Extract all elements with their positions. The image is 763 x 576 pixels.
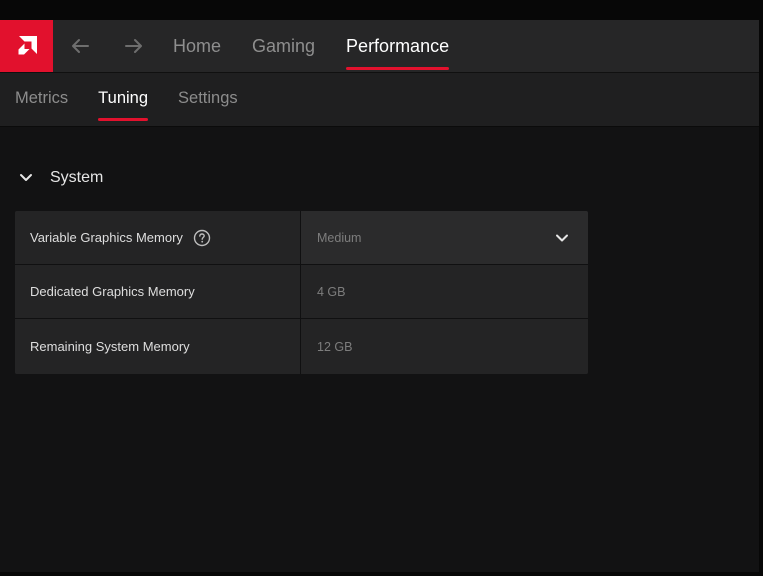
row-label: Variable Graphics Memory — [30, 230, 183, 245]
forward-button[interactable] — [107, 20, 161, 72]
variable-graphics-memory-dropdown[interactable]: Medium — [301, 211, 588, 264]
system-section-toggle[interactable]: System — [18, 169, 103, 187]
row-value: 12 GB — [317, 339, 353, 354]
table-row: Dedicated Graphics Memory 4 GB — [15, 265, 588, 319]
row-label-cell: Variable Graphics Memory — [15, 211, 301, 264]
subtab-settings[interactable]: Settings — [178, 73, 238, 126]
table-row: Variable Graphics Memory Medium — [15, 211, 588, 265]
row-label: Dedicated Graphics Memory — [30, 284, 195, 299]
dedicated-graphics-memory-value: 4 GB — [301, 265, 588, 318]
tab-gaming[interactable]: Gaming — [252, 20, 315, 72]
top-navigation-bar: Home Gaming Performance — [0, 20, 759, 72]
table-row: Remaining System Memory 12 GB — [15, 319, 588, 374]
dropdown-selected-value: Medium — [317, 230, 362, 245]
sub-navigation-bar: Metrics Tuning Settings — [0, 72, 759, 127]
arrow-left-icon — [72, 39, 89, 53]
system-memory-table: Variable Graphics Memory Medium Dedicate… — [15, 211, 588, 374]
row-label-cell: Remaining System Memory — [15, 319, 301, 374]
tab-performance[interactable]: Performance — [346, 20, 450, 72]
section-title: System — [50, 169, 104, 186]
remaining-system-memory-value: 12 GB — [301, 319, 588, 374]
subtab-tuning[interactable]: Tuning — [98, 73, 148, 126]
chevron-down-icon — [556, 234, 568, 241]
app-window: Home Gaming Performance Metrics Tuning S… — [0, 0, 763, 576]
help-icon[interactable] — [193, 229, 211, 247]
row-label: Remaining System Memory — [30, 339, 190, 354]
row-label-cell: Dedicated Graphics Memory — [15, 265, 301, 318]
main-tabs: Home Gaming Performance — [173, 20, 480, 72]
tab-home[interactable]: Home — [173, 20, 221, 72]
row-value: 4 GB — [317, 284, 346, 299]
subtab-metrics[interactable]: Metrics — [15, 73, 68, 126]
back-button[interactable] — [53, 20, 107, 72]
chevron-down-icon — [20, 174, 32, 181]
arrow-right-icon — [125, 39, 142, 53]
amd-logo-icon[interactable] — [0, 20, 53, 72]
